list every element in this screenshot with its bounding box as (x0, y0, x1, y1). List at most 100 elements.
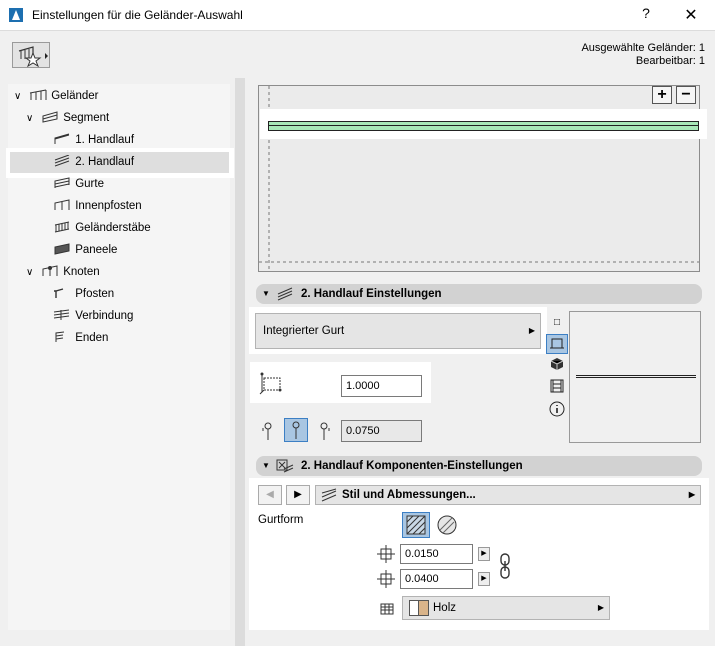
tree-item-gurte[interactable]: Gurte (38, 174, 104, 194)
prev-component-button[interactable]: ◀ (258, 485, 282, 505)
tree-item-label: Geländerstäbe (75, 222, 151, 234)
chain-link-icon[interactable] (499, 553, 511, 579)
handlauf-settings-header[interactable]: ▼ 2. Handlauf Einstellungen (256, 284, 702, 304)
tree-item-enden[interactable]: Enden (38, 328, 108, 348)
style-menu-label: Stil und Abmessungen... (342, 489, 476, 501)
favorites-button[interactable] (12, 42, 50, 68)
section-title: 2. Handlauf Komponenten-Einstellungen (301, 460, 523, 472)
material-swatch (409, 600, 429, 616)
tree-item-label: Geländer (51, 90, 99, 102)
tree-item-label: Verbindung (75, 310, 134, 322)
scale-icon (259, 372, 282, 395)
rail-icon (54, 177, 70, 188)
expand-chevron-icon[interactable]: ∨ (26, 263, 38, 283)
tree-item-label: Segment (63, 112, 110, 124)
style-dimensions-menu[interactable]: Stil und Abmessungen... ▶ (315, 485, 701, 505)
baluster-icon (55, 221, 70, 233)
anchor-center-button[interactable] (284, 418, 308, 442)
width-input[interactable]: 0.0150 (400, 544, 473, 564)
components-icon (276, 459, 294, 473)
tree-item-verbindung[interactable]: Verbindung (38, 306, 133, 326)
type-select-button[interactable]: Integrierter Gurt ▶ (255, 313, 541, 349)
handrail-preview-line (268, 121, 699, 131)
submenu-arrow-icon: ▶ (528, 326, 535, 335)
post-icon (54, 288, 64, 298)
panel-divider[interactable] (235, 78, 245, 646)
submenu-arrow-icon: ▶ (597, 603, 604, 612)
offset-input[interactable]: 0.0750 (341, 420, 422, 442)
tree-item-handlauf-2[interactable]: 2. Handlauf (38, 152, 134, 172)
window-title: Einstellungen für die Geländer-Auswahl (32, 8, 243, 22)
film-icon[interactable] (548, 379, 566, 395)
next-component-button[interactable]: ▶ (286, 485, 310, 505)
tree-item-paneele[interactable]: Paneele (38, 240, 117, 260)
tree-item-label: Innenpfosten (75, 200, 142, 212)
handrail-icon (55, 155, 70, 167)
tree-item-label: 2. Handlauf (75, 156, 135, 168)
tree-item-label: Enden (75, 332, 109, 344)
tree-item-label: Pfosten (75, 288, 115, 300)
height-input[interactable]: 0.0400 (400, 569, 473, 589)
app-icon (8, 7, 24, 23)
profile-line (576, 375, 696, 378)
hatched-rect-icon (406, 515, 426, 535)
height-dimension-icon (377, 570, 395, 588)
info-icon[interactable] (548, 401, 566, 417)
inner-post-icon (54, 199, 70, 210)
material-select[interactable]: Holz ▶ (402, 596, 610, 620)
selection-info: Ausgewählte Geländer: 1 Bearbeitbar: 1 (581, 42, 705, 68)
expand-chevron-icon[interactable]: ∨ (26, 109, 38, 129)
segment-icon (42, 111, 58, 123)
zoom-out-button[interactable]: − (676, 86, 696, 104)
style-icon (321, 488, 337, 502)
tree-item-pfosten[interactable]: Pfosten (38, 284, 114, 304)
round-shape-button[interactable] (434, 513, 460, 537)
height-menu-button[interactable]: ▶ (478, 572, 490, 586)
tree-item-innenpfosten[interactable]: Innenpfosten (38, 196, 142, 216)
profile-preview (569, 311, 701, 443)
gurtform-label: Gurtform (258, 514, 304, 526)
tree-item-segment[interactable]: ∨ Segment (26, 108, 109, 128)
rect-shape-button[interactable] (402, 512, 430, 538)
material-icon (380, 603, 394, 615)
3d-view-icon[interactable] (548, 357, 566, 373)
node-icon (42, 265, 58, 276)
hatched-circle-icon (437, 515, 457, 535)
zoom-in-button[interactable]: + (652, 86, 672, 104)
close-button[interactable]: ✕ (678, 5, 704, 25)
tree-item-handlauf-1[interactable]: 1. Handlauf (38, 130, 134, 150)
railing-icon (30, 89, 47, 100)
tree-item-label: 1. Handlauf (75, 134, 135, 146)
width-menu-button[interactable]: ▶ (478, 547, 490, 561)
components-header[interactable]: ▼ 2. Handlauf Komponenten-Einstellungen (256, 456, 702, 476)
panel-icon (54, 243, 70, 255)
tree-item-gelaender[interactable]: ∨ Geländer (14, 86, 99, 106)
section-view-icon[interactable] (546, 334, 568, 354)
anchor-center-icon (292, 421, 300, 439)
plan-view-icon[interactable]: □ (548, 315, 566, 331)
anchor-left-icon[interactable] (258, 420, 278, 442)
section-title: 2. Handlauf Einstellungen (301, 288, 442, 300)
tree-item-label: Paneele (75, 244, 118, 256)
handrail-icon (54, 133, 70, 144)
connection-icon (54, 309, 70, 320)
anchor-right-icon[interactable] (314, 420, 334, 442)
collapse-arrow-icon: ▼ (262, 461, 270, 470)
submenu-arrow-icon: ▶ (688, 490, 695, 499)
tree-item-gelaenderstaebe[interactable]: Geländerstäbe (38, 218, 151, 238)
collapse-arrow-icon: ▼ (262, 289, 270, 298)
tree-item-label: Knoten (63, 266, 100, 278)
favorites-star-icon (18, 46, 48, 68)
width-dimension-icon (377, 545, 395, 563)
selected-count: Ausgewählte Geländer: 1 (581, 42, 705, 54)
scale-input[interactable]: 1.0000 (341, 375, 422, 397)
expand-chevron-icon[interactable]: ∨ (14, 87, 26, 107)
type-select-label: Integrierter Gurt (263, 325, 345, 337)
help-button[interactable]: ? (634, 5, 658, 25)
tree-item-knoten[interactable]: ∨ Knoten (26, 262, 100, 282)
tree-item-label: Gurte (75, 178, 104, 190)
end-icon (55, 331, 65, 342)
handrail-icon (277, 287, 293, 301)
editable-count: Bearbeitbar: 1 (635, 55, 705, 67)
material-label: Holz (433, 602, 457, 614)
